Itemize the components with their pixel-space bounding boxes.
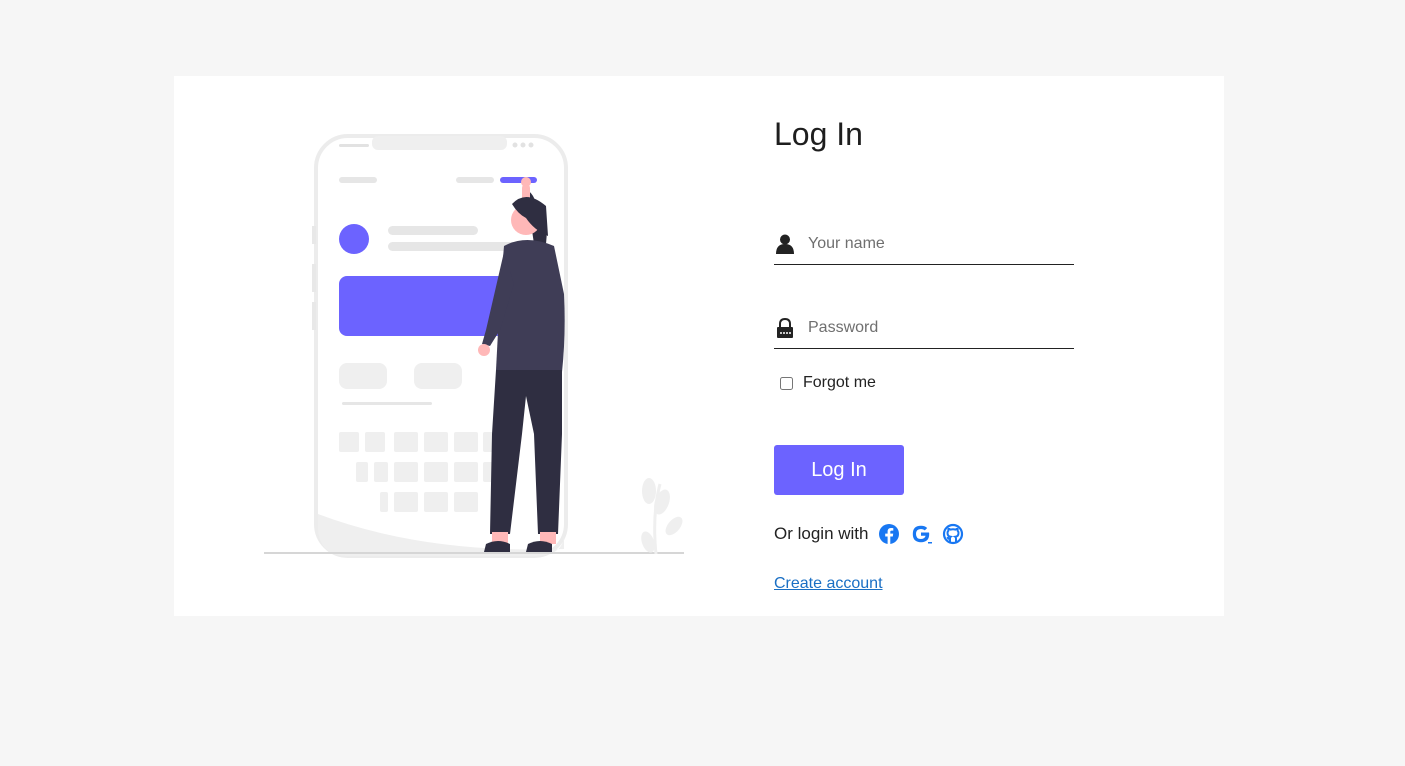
login-card: Log In Your name Forgot me Log In Or log… [174, 76, 1224, 616]
facebook-icon[interactable] [878, 523, 900, 545]
github-icon[interactable] [942, 523, 964, 545]
password-input[interactable] [808, 316, 1068, 340]
remember-row: Forgot me [780, 374, 876, 392]
google-icon[interactable] [910, 523, 933, 545]
password-field [774, 312, 1074, 349]
lock-icon [776, 317, 794, 338]
page-title: Log In [774, 116, 863, 152]
login-button[interactable]: Log In [774, 445, 904, 495]
social-login: Or login with [774, 523, 974, 545]
social-login-label: Or login with [774, 524, 869, 543]
remember-label: Forgot me [803, 374, 876, 391]
user-icon [776, 234, 794, 254]
login-illustration [264, 134, 684, 559]
remember-checkbox[interactable] [780, 376, 793, 390]
phone-person-illustration [264, 134, 684, 558]
login-form: Log In Your name Forgot me Log In Or log… [774, 76, 1094, 616]
name-input[interactable] [808, 232, 1068, 256]
name-field [774, 228, 1074, 265]
create-account-link[interactable]: Create account [774, 575, 883, 593]
